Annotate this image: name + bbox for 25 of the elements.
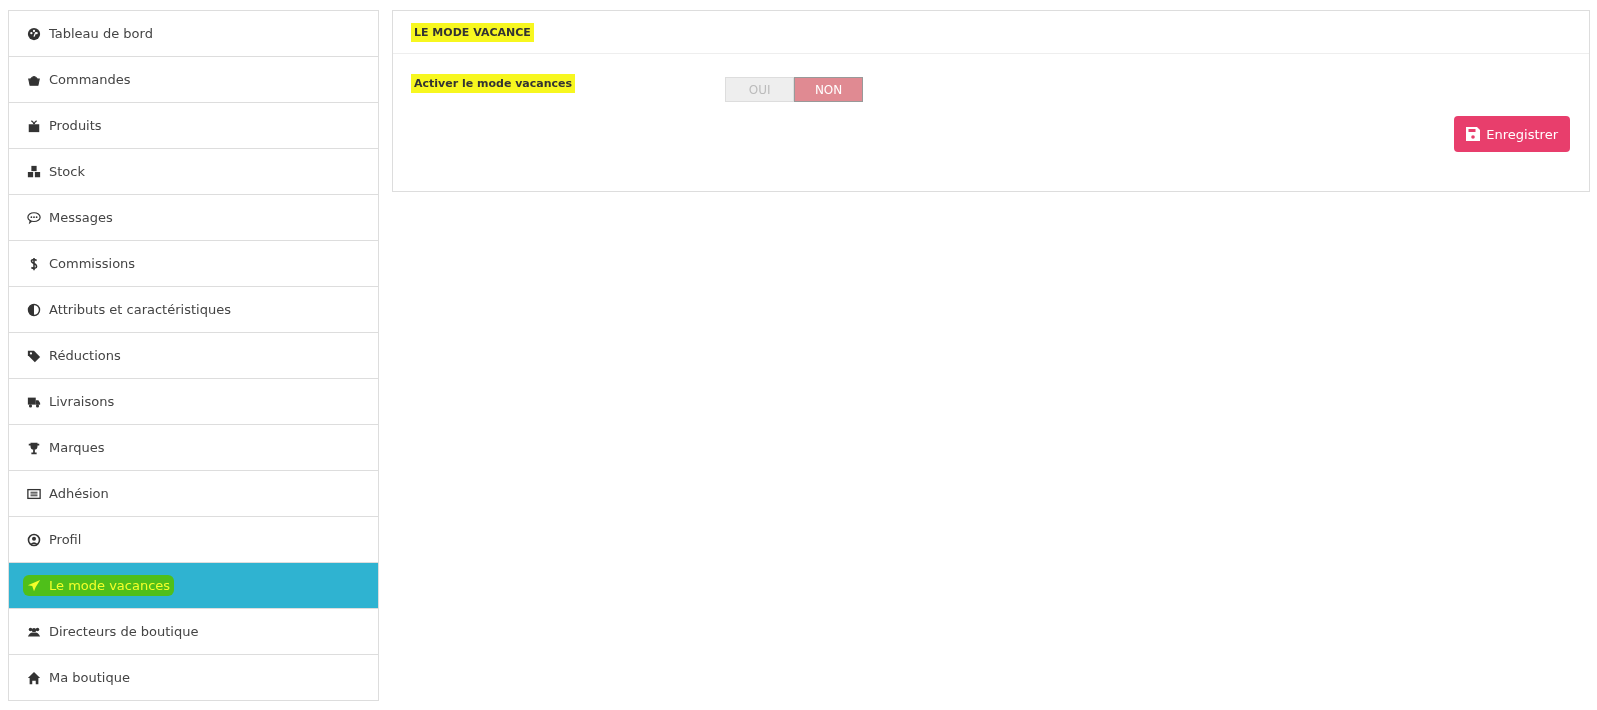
sidebar-item[interactable]: Commandes <box>9 57 378 103</box>
save-button[interactable]: Enregistrer <box>1454 116 1570 152</box>
sidebar-item[interactable]: Marques <box>9 425 378 471</box>
user-circle-icon <box>27 532 41 547</box>
sidebar-item[interactable]: Adhésion <box>9 471 378 517</box>
sidebar-item[interactable]: Directeurs de boutique <box>9 609 378 655</box>
speech-bubble-icon <box>27 210 41 225</box>
sidebar-item[interactable]: Ma boutique <box>9 655 378 701</box>
home-icon <box>27 670 41 685</box>
sidebar-item[interactable]: Tableau de bord <box>9 11 378 57</box>
half-circle-icon <box>27 302 41 317</box>
sidebar-item[interactable]: Messages <box>9 195 378 241</box>
tag-icon <box>27 348 41 363</box>
sidebar-item[interactable]: Livraisons <box>9 379 378 425</box>
cubes-icon <box>27 164 41 179</box>
sidebar-item[interactable]: Stock <box>9 149 378 195</box>
sidebar-item[interactable]: Réductions <box>9 333 378 379</box>
trophy-icon <box>27 440 41 455</box>
list-card-icon <box>27 486 41 501</box>
panel-title: LE MODE VACANCE <box>411 22 534 42</box>
sidebar-item[interactable]: Produits <box>9 103 378 149</box>
dashboard-icon <box>27 26 41 41</box>
field-label: Activer le mode vacances <box>411 74 576 93</box>
sidebar-item[interactable]: Commissions <box>9 241 378 287</box>
sidebar-item[interactable]: Attributs et caractéristiques <box>9 287 378 333</box>
